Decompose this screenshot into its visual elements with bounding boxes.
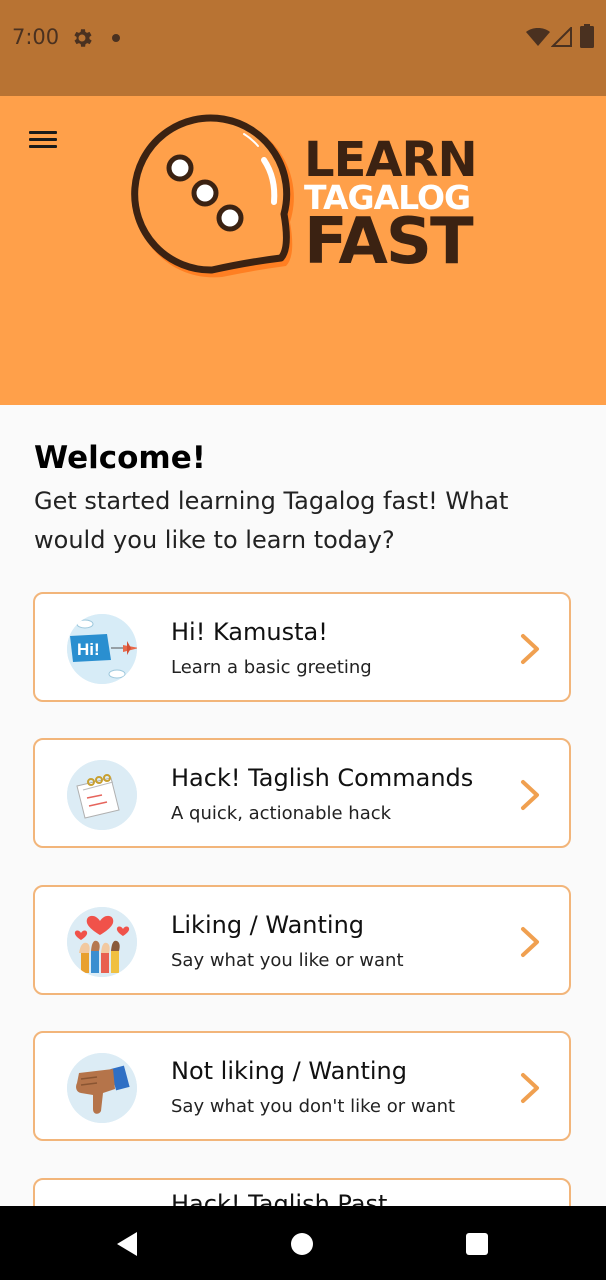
svg-text:Hi!: Hi! [77, 640, 100, 659]
lesson-subtitle: Say what you like or want [171, 950, 404, 971]
lesson-title: Liking / Wanting [171, 911, 365, 939]
lesson-subtitle: Say what you don't like or want [171, 1096, 456, 1117]
system-nav-bar [0, 1206, 606, 1280]
status-bar: 7:00 [0, 0, 606, 96]
notification-dot-icon [112, 34, 120, 42]
notepad-icon [67, 760, 137, 830]
lesson-title: Hi! Kamusta! [171, 618, 328, 646]
back-icon[interactable] [115, 1231, 139, 1257]
logo-wordmark: LEARN TAGALOG FAST [304, 134, 494, 274]
hi-banner-plane-icon: Hi! [67, 614, 137, 684]
status-time: 7:00 [12, 25, 60, 49]
chevron-right-icon [521, 634, 539, 664]
gear-icon [74, 29, 92, 47]
signal-icon [551, 27, 572, 47]
chevron-right-icon [521, 1073, 539, 1103]
raised-hands-hearts-icon [67, 907, 137, 977]
lesson-subtitle: A quick, actionable hack [171, 803, 392, 824]
thumbs-down-icon [67, 1053, 137, 1123]
lesson-card-greeting[interactable]: Hi! Hi! Kamusta! Learn a basic greeting [33, 592, 571, 702]
lesson-subtitle: Learn a basic greeting [171, 657, 372, 678]
battery-icon [580, 24, 594, 48]
lesson-card-liking-wanting[interactable]: Liking / Wanting Say what you like or wa… [33, 885, 571, 995]
logo-fast: FAST [304, 205, 474, 279]
recent-apps-icon[interactable] [466, 1233, 488, 1255]
lesson-title: Not liking / Wanting [171, 1057, 408, 1085]
logo-chat-bubble-icon [131, 114, 294, 278]
lesson-card-not-liking[interactable]: Not liking / Wanting Say what you don't … [33, 1031, 571, 1141]
welcome-title: Welcome! [34, 440, 206, 476]
chevron-right-icon [521, 780, 539, 810]
welcome-subtitle: Get started learning Tagalog fast! What … [34, 487, 509, 554]
app-header: LEARN TAGALOG FAST [0, 96, 606, 405]
chevron-right-icon [521, 927, 539, 957]
lesson-card-taglish-commands[interactable]: Hack! Taglish Commands A quick, actionab… [33, 738, 571, 848]
home-icon[interactable] [291, 1233, 313, 1255]
hamburger-menu-icon[interactable] [26, 126, 60, 154]
wifi-icon [526, 28, 550, 46]
lesson-title: Hack! Taglish Commands [171, 764, 474, 792]
